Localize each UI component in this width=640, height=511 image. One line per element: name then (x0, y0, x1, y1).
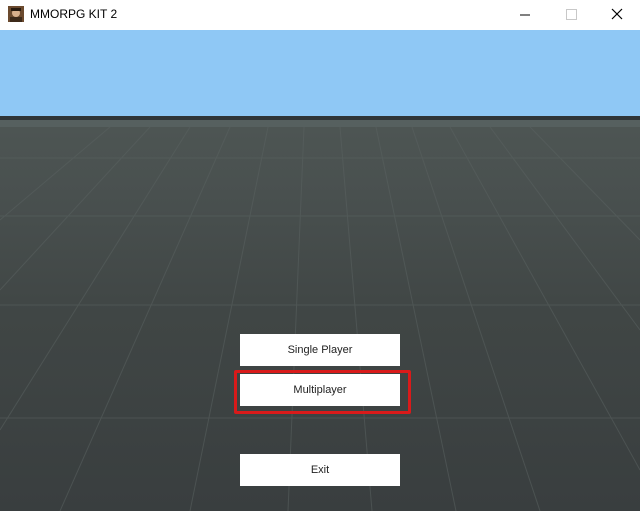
close-icon (611, 8, 623, 20)
single-player-button[interactable]: Single Player (240, 334, 400, 366)
multiplayer-button[interactable]: Multiplayer (240, 374, 400, 406)
game-app-icon (8, 6, 24, 22)
minimize-icon (520, 14, 530, 16)
game-viewport[interactable]: Single Player Multiplayer Exit (0, 30, 640, 511)
title-bar[interactable]: MMORPG KIT 2 (0, 0, 640, 30)
close-button[interactable] (594, 0, 640, 30)
maximize-icon (566, 9, 577, 20)
minimize-button[interactable] (502, 0, 548, 30)
game-window: MMORPG KIT 2 Single Player Multiplayer E… (0, 0, 640, 511)
exit-button[interactable]: Exit (240, 454, 400, 486)
maximize-button[interactable] (548, 0, 594, 30)
ground-grid (0, 126, 640, 511)
window-title: MMORPG KIT 2 (30, 7, 118, 21)
